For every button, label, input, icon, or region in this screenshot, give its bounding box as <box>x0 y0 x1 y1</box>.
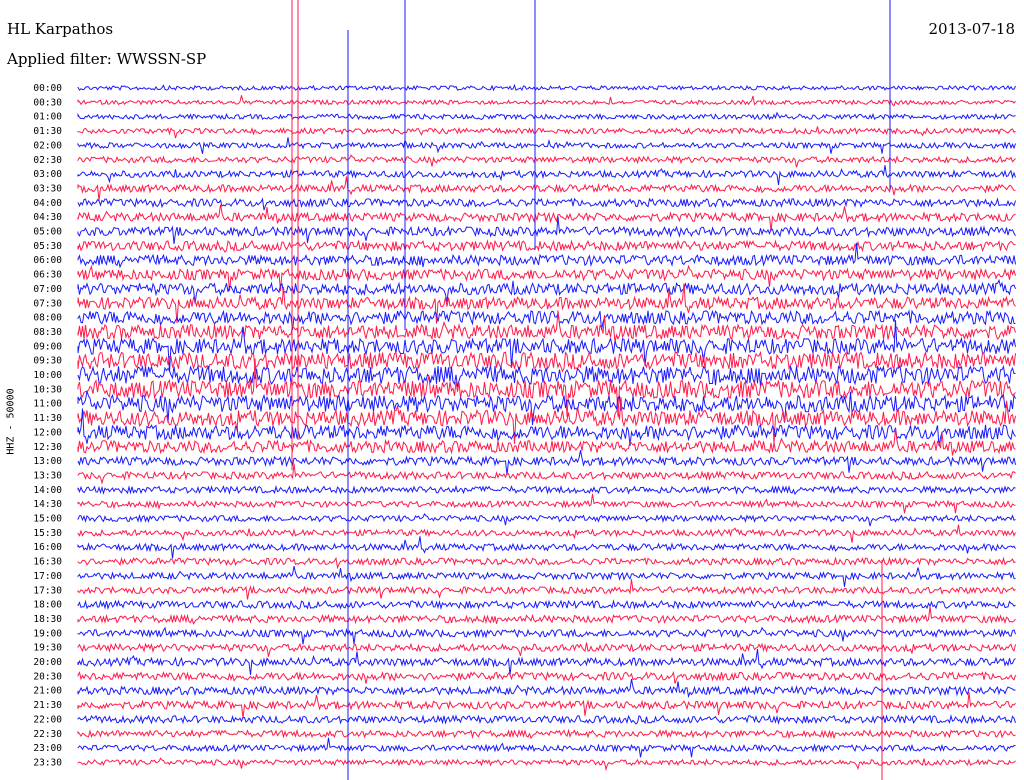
row-time-label: 22:00 <box>33 714 62 725</box>
trace-row <box>77 691 1016 719</box>
row-time-label: 22:30 <box>33 729 62 740</box>
row-time-label: 01:30 <box>33 126 62 137</box>
trace-row <box>77 512 1016 527</box>
trace-row <box>77 579 1016 600</box>
trace-row <box>77 111 1016 121</box>
row-time-label: 05:00 <box>33 227 62 238</box>
row-time-label: 23:00 <box>33 743 62 754</box>
row-time-label: 17:30 <box>33 585 62 596</box>
row-time-label: 16:30 <box>33 557 62 568</box>
row-time-label: 16:00 <box>33 542 62 553</box>
trace-row <box>77 642 1016 657</box>
row-time-label: 04:00 <box>33 198 62 209</box>
row-time-label: 14:00 <box>33 485 62 496</box>
row-time-label: 00:30 <box>33 97 62 108</box>
row-time-label: 10:30 <box>33 384 62 395</box>
row-time-label: 10:00 <box>33 370 62 381</box>
helicorder-plot: 00:00 00:30 01:00 01:30 02:00 02:30 03:00 03:30… <box>33 0 1016 780</box>
trace-row <box>77 154 1016 168</box>
trace-row <box>77 649 1016 676</box>
row-time-label: 06:00 <box>33 255 62 266</box>
trace-row <box>77 176 1016 201</box>
row-time-label: 15:30 <box>33 528 62 539</box>
row-time-label: 13:00 <box>33 456 62 467</box>
row-time-label: 03:30 <box>33 183 62 194</box>
trace-row <box>77 757 1016 772</box>
row-time-label: 02:30 <box>33 155 62 166</box>
row-time-label: 21:00 <box>33 686 62 697</box>
row-time-label: 11:00 <box>33 399 62 410</box>
row-time-label: 18:30 <box>33 614 62 625</box>
row-time-label: 06:30 <box>33 270 62 281</box>
trace-row <box>77 239 1016 253</box>
row-time-label: 15:00 <box>33 514 62 525</box>
trace-row <box>77 599 1016 611</box>
row-time-label: 07:30 <box>33 298 62 309</box>
row-time-label: 21:30 <box>33 700 62 711</box>
row-time-label: 20:30 <box>33 671 62 682</box>
trace-row <box>77 83 1016 92</box>
row-time-label: 23:30 <box>33 757 62 768</box>
trace-row <box>77 408 1016 446</box>
trace-row <box>77 728 1016 740</box>
row-time-label: 05:30 <box>33 241 62 252</box>
trace-row <box>77 137 1016 154</box>
trace-row <box>77 679 1016 699</box>
row-time-label: 02:00 <box>33 140 62 151</box>
trace-row <box>77 556 1016 570</box>
trace-row <box>77 309 1016 331</box>
row-time-label: 18:00 <box>33 600 62 611</box>
trace-row <box>77 670 1016 684</box>
row-time-label: 08:30 <box>33 327 62 338</box>
trace-row <box>77 204 1016 232</box>
row-time-label: 19:00 <box>33 628 62 639</box>
row-time-label: 12:00 <box>33 427 62 438</box>
row-time-label: 03:00 <box>33 169 62 180</box>
row-time-label: 13:30 <box>33 470 62 481</box>
trace-row <box>77 737 1016 758</box>
trace-row <box>77 450 1016 476</box>
trace-group <box>77 0 1016 780</box>
trace-row <box>77 126 1016 139</box>
row-time-label: 09:00 <box>33 341 62 352</box>
row-time-label: 07:00 <box>33 284 62 295</box>
row-time-label: 14:30 <box>33 499 62 510</box>
trace-row <box>77 606 1016 625</box>
row-time-label: 08:00 <box>33 313 62 324</box>
trace-row <box>77 197 1016 211</box>
trace-row <box>77 216 1016 244</box>
tick-labels: 00:00 00:30 01:00 01:30 02:00 02:30 03:00 03:30… <box>33 83 62 768</box>
row-time-label: 20:00 <box>33 657 62 668</box>
row-time-label: 04:30 <box>33 212 62 223</box>
trace-row <box>77 493 1016 514</box>
trace-row <box>77 165 1016 186</box>
row-time-label: 12:30 <box>33 442 62 453</box>
trace-row <box>77 484 1016 496</box>
row-time-label: 17:00 <box>33 571 62 582</box>
row-time-label: 09:30 <box>33 356 62 367</box>
row-time-label: 19:30 <box>33 643 62 654</box>
row-time-label: 01:00 <box>33 112 62 123</box>
trace-row <box>77 536 1016 559</box>
row-time-label: 00:00 <box>33 83 62 94</box>
trace-row <box>77 95 1016 107</box>
trace-row <box>77 463 1016 485</box>
row-time-label: 11:30 <box>33 413 62 424</box>
trace-row <box>77 626 1016 645</box>
trace-row <box>77 350 1016 373</box>
trace-row <box>77 714 1016 725</box>
trace-row <box>77 565 1016 587</box>
trace-row <box>77 524 1016 543</box>
